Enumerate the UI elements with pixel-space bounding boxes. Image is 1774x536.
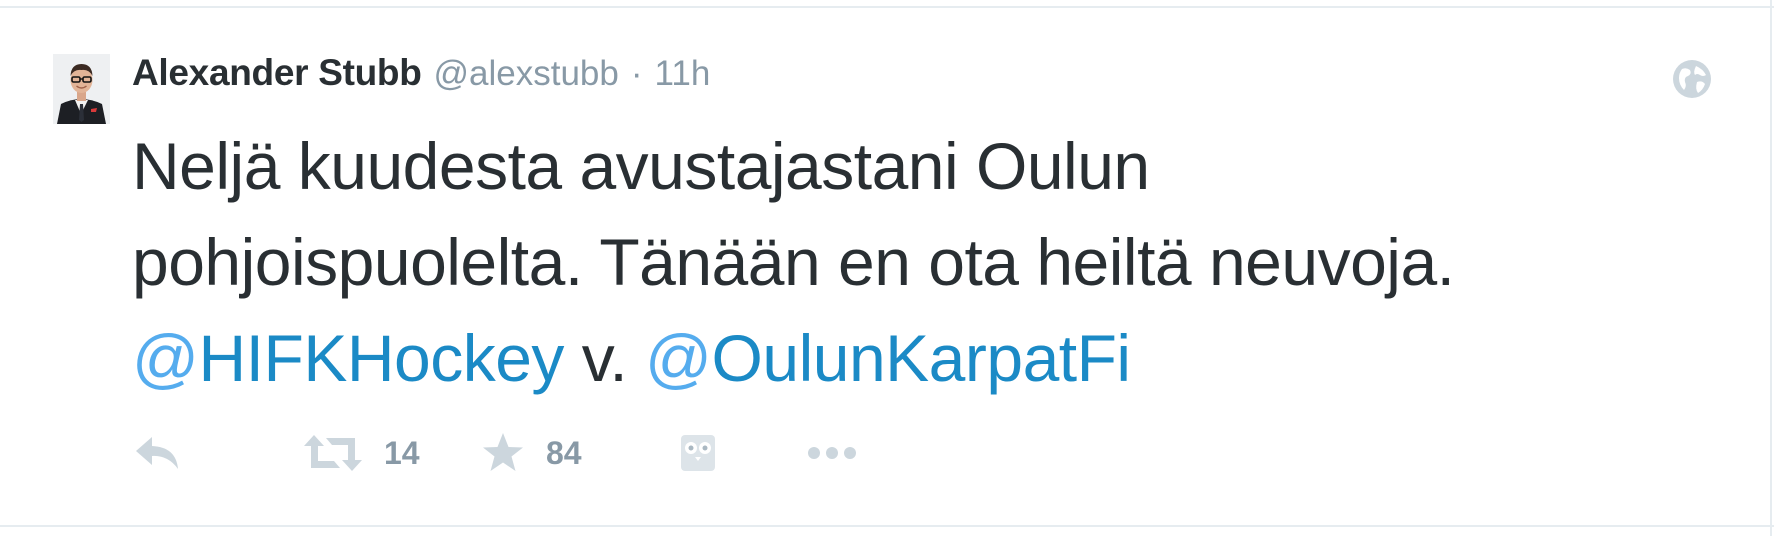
mention-name: HIFKHockey [198, 321, 565, 395]
top-divider [0, 6, 1774, 8]
mention-hifkhockey[interactable]: @HIFKHockey [132, 321, 564, 395]
right-divider [1770, 0, 1772, 536]
more-button[interactable] [806, 430, 858, 476]
globe-icon [1670, 57, 1714, 101]
tweet-header: Alexander Stubb @alexstubb · 11h [132, 52, 710, 96]
reply-icon [136, 437, 178, 469]
star-icon [483, 433, 523, 471]
retweet-icon [304, 435, 362, 471]
more-dots-icon [808, 447, 856, 459]
favorite-count: 84 [546, 434, 582, 471]
owl-icon [681, 435, 715, 471]
mention-separator-text: v. [563, 321, 646, 395]
tweet-actions: 14 84 [134, 430, 1034, 476]
owl-button[interactable] [680, 430, 716, 476]
favorite-button[interactable]: 84 [482, 430, 582, 476]
reply-button[interactable] [134, 430, 180, 476]
mention-oulunkarpatfi[interactable]: @OulunKarpatFi [645, 321, 1131, 395]
tweet-timestamp[interactable]: 11h [655, 54, 711, 94]
tweet-text-line-2: pohjoispuolelta. Tänään en ota heiltä ne… [132, 225, 1455, 299]
mention-at-symbol: @ [645, 321, 712, 395]
bottom-divider [0, 525, 1774, 527]
author-name[interactable]: Alexander Stubb [132, 52, 422, 94]
mention-at-symbol: @ [132, 321, 199, 395]
mention-name: OulunKarpatFi [711, 321, 1132, 395]
tweet-text-line-3: @HIFKHockey v. @OulunKarpatFi [132, 310, 1692, 406]
tweet-text-line-1: Neljä kuudesta avustajastani Oulun [132, 129, 1150, 203]
author-avatar[interactable] [53, 54, 110, 124]
retweet-count: 14 [384, 434, 420, 471]
author-handle[interactable]: @alexstubb [434, 54, 619, 94]
header-separator: · [630, 54, 643, 93]
retweet-button[interactable]: 14 [304, 430, 420, 476]
avatar-photo [53, 54, 110, 124]
tweet-text: Neljä kuudesta avustajastani Oulun pohjo… [132, 118, 1692, 406]
